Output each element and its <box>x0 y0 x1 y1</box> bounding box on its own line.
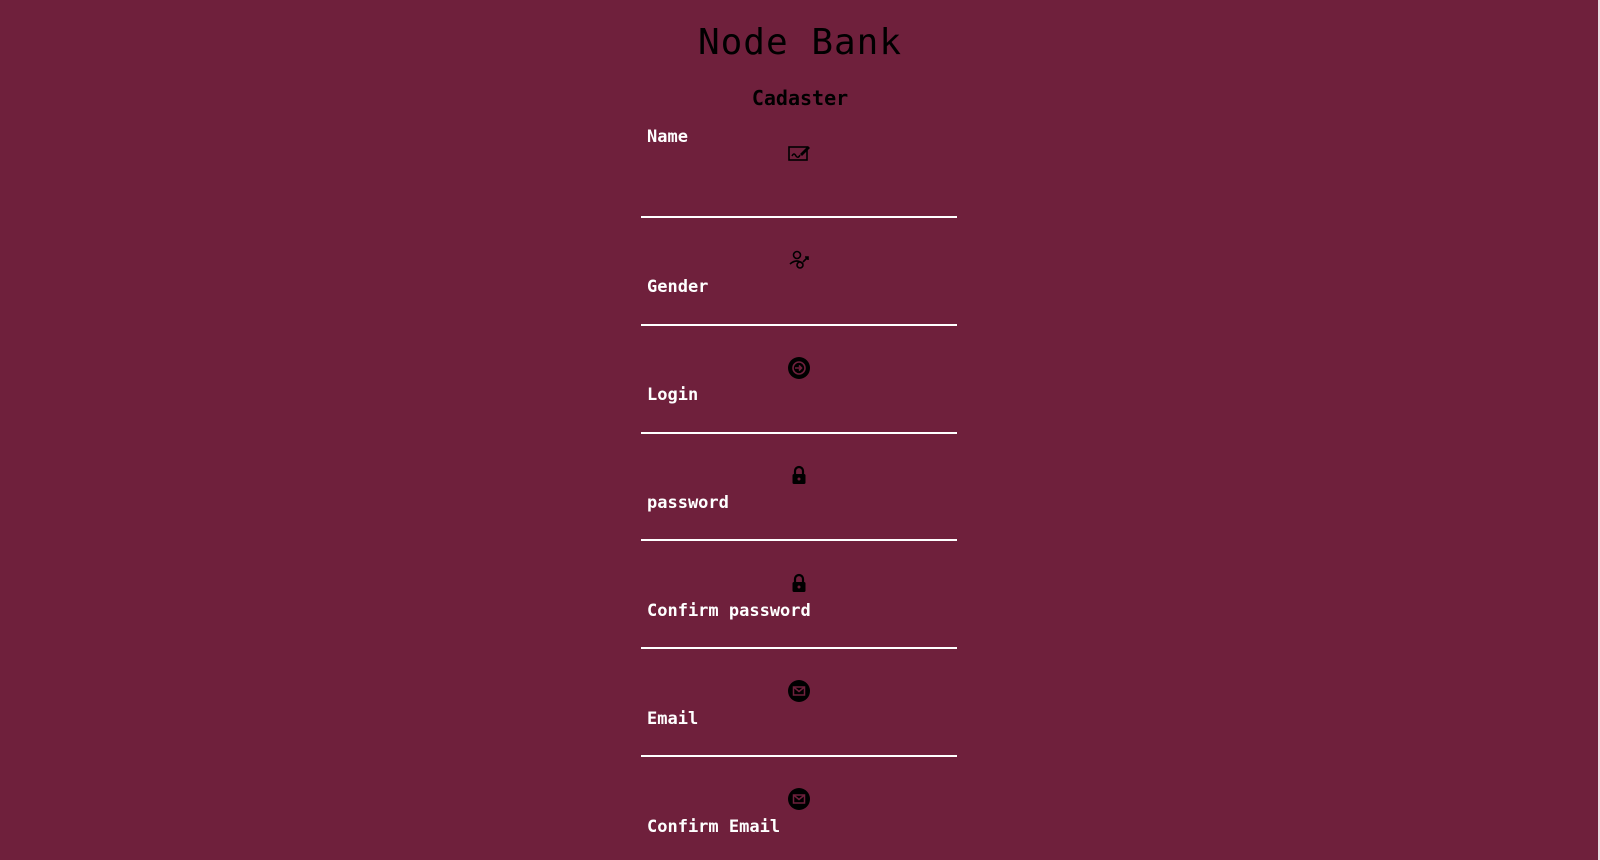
name-field-group: Name <box>641 110 957 218</box>
password-input[interactable] <box>641 511 957 541</box>
login-input[interactable] <box>641 404 957 434</box>
email-input[interactable] <box>641 727 957 757</box>
login-field-group: Login <box>641 326 957 434</box>
confirm-password-input[interactable] <box>641 619 957 649</box>
email-field-group: Email <box>641 649 957 757</box>
password-label: password <box>647 493 729 513</box>
login-label: Login <box>647 385 699 405</box>
gender-user-icon <box>789 250 809 269</box>
email-circle-icon <box>788 680 810 702</box>
confirm-email-input[interactable] <box>641 835 957 860</box>
name-label: Name <box>647 127 688 147</box>
email-label: Email <box>647 709 699 729</box>
gender-label: Gender <box>647 277 709 297</box>
lock-icon <box>792 573 806 592</box>
confirm-password-label: Confirm password <box>647 601 811 621</box>
signature-icon <box>788 146 810 161</box>
confirm-email-label: Confirm Email <box>647 817 781 837</box>
form-subtitle: Cadaster <box>751 86 849 110</box>
login-circle-icon <box>788 357 810 379</box>
registration-page: Node Bank Cadaster Name Gender Login pas… <box>0 0 1600 860</box>
confirm-email-field-group: Confirm Email <box>641 757 957 860</box>
lock-icon <box>792 465 806 484</box>
page-title: Node Bank <box>697 22 903 63</box>
gender-input[interactable] <box>641 296 957 326</box>
gender-field-group: Gender <box>641 218 957 326</box>
password-field-group: password <box>641 433 957 541</box>
name-input[interactable] <box>641 188 957 218</box>
email-circle-icon <box>788 788 810 810</box>
confirm-password-field-group: Confirm password <box>641 541 957 649</box>
